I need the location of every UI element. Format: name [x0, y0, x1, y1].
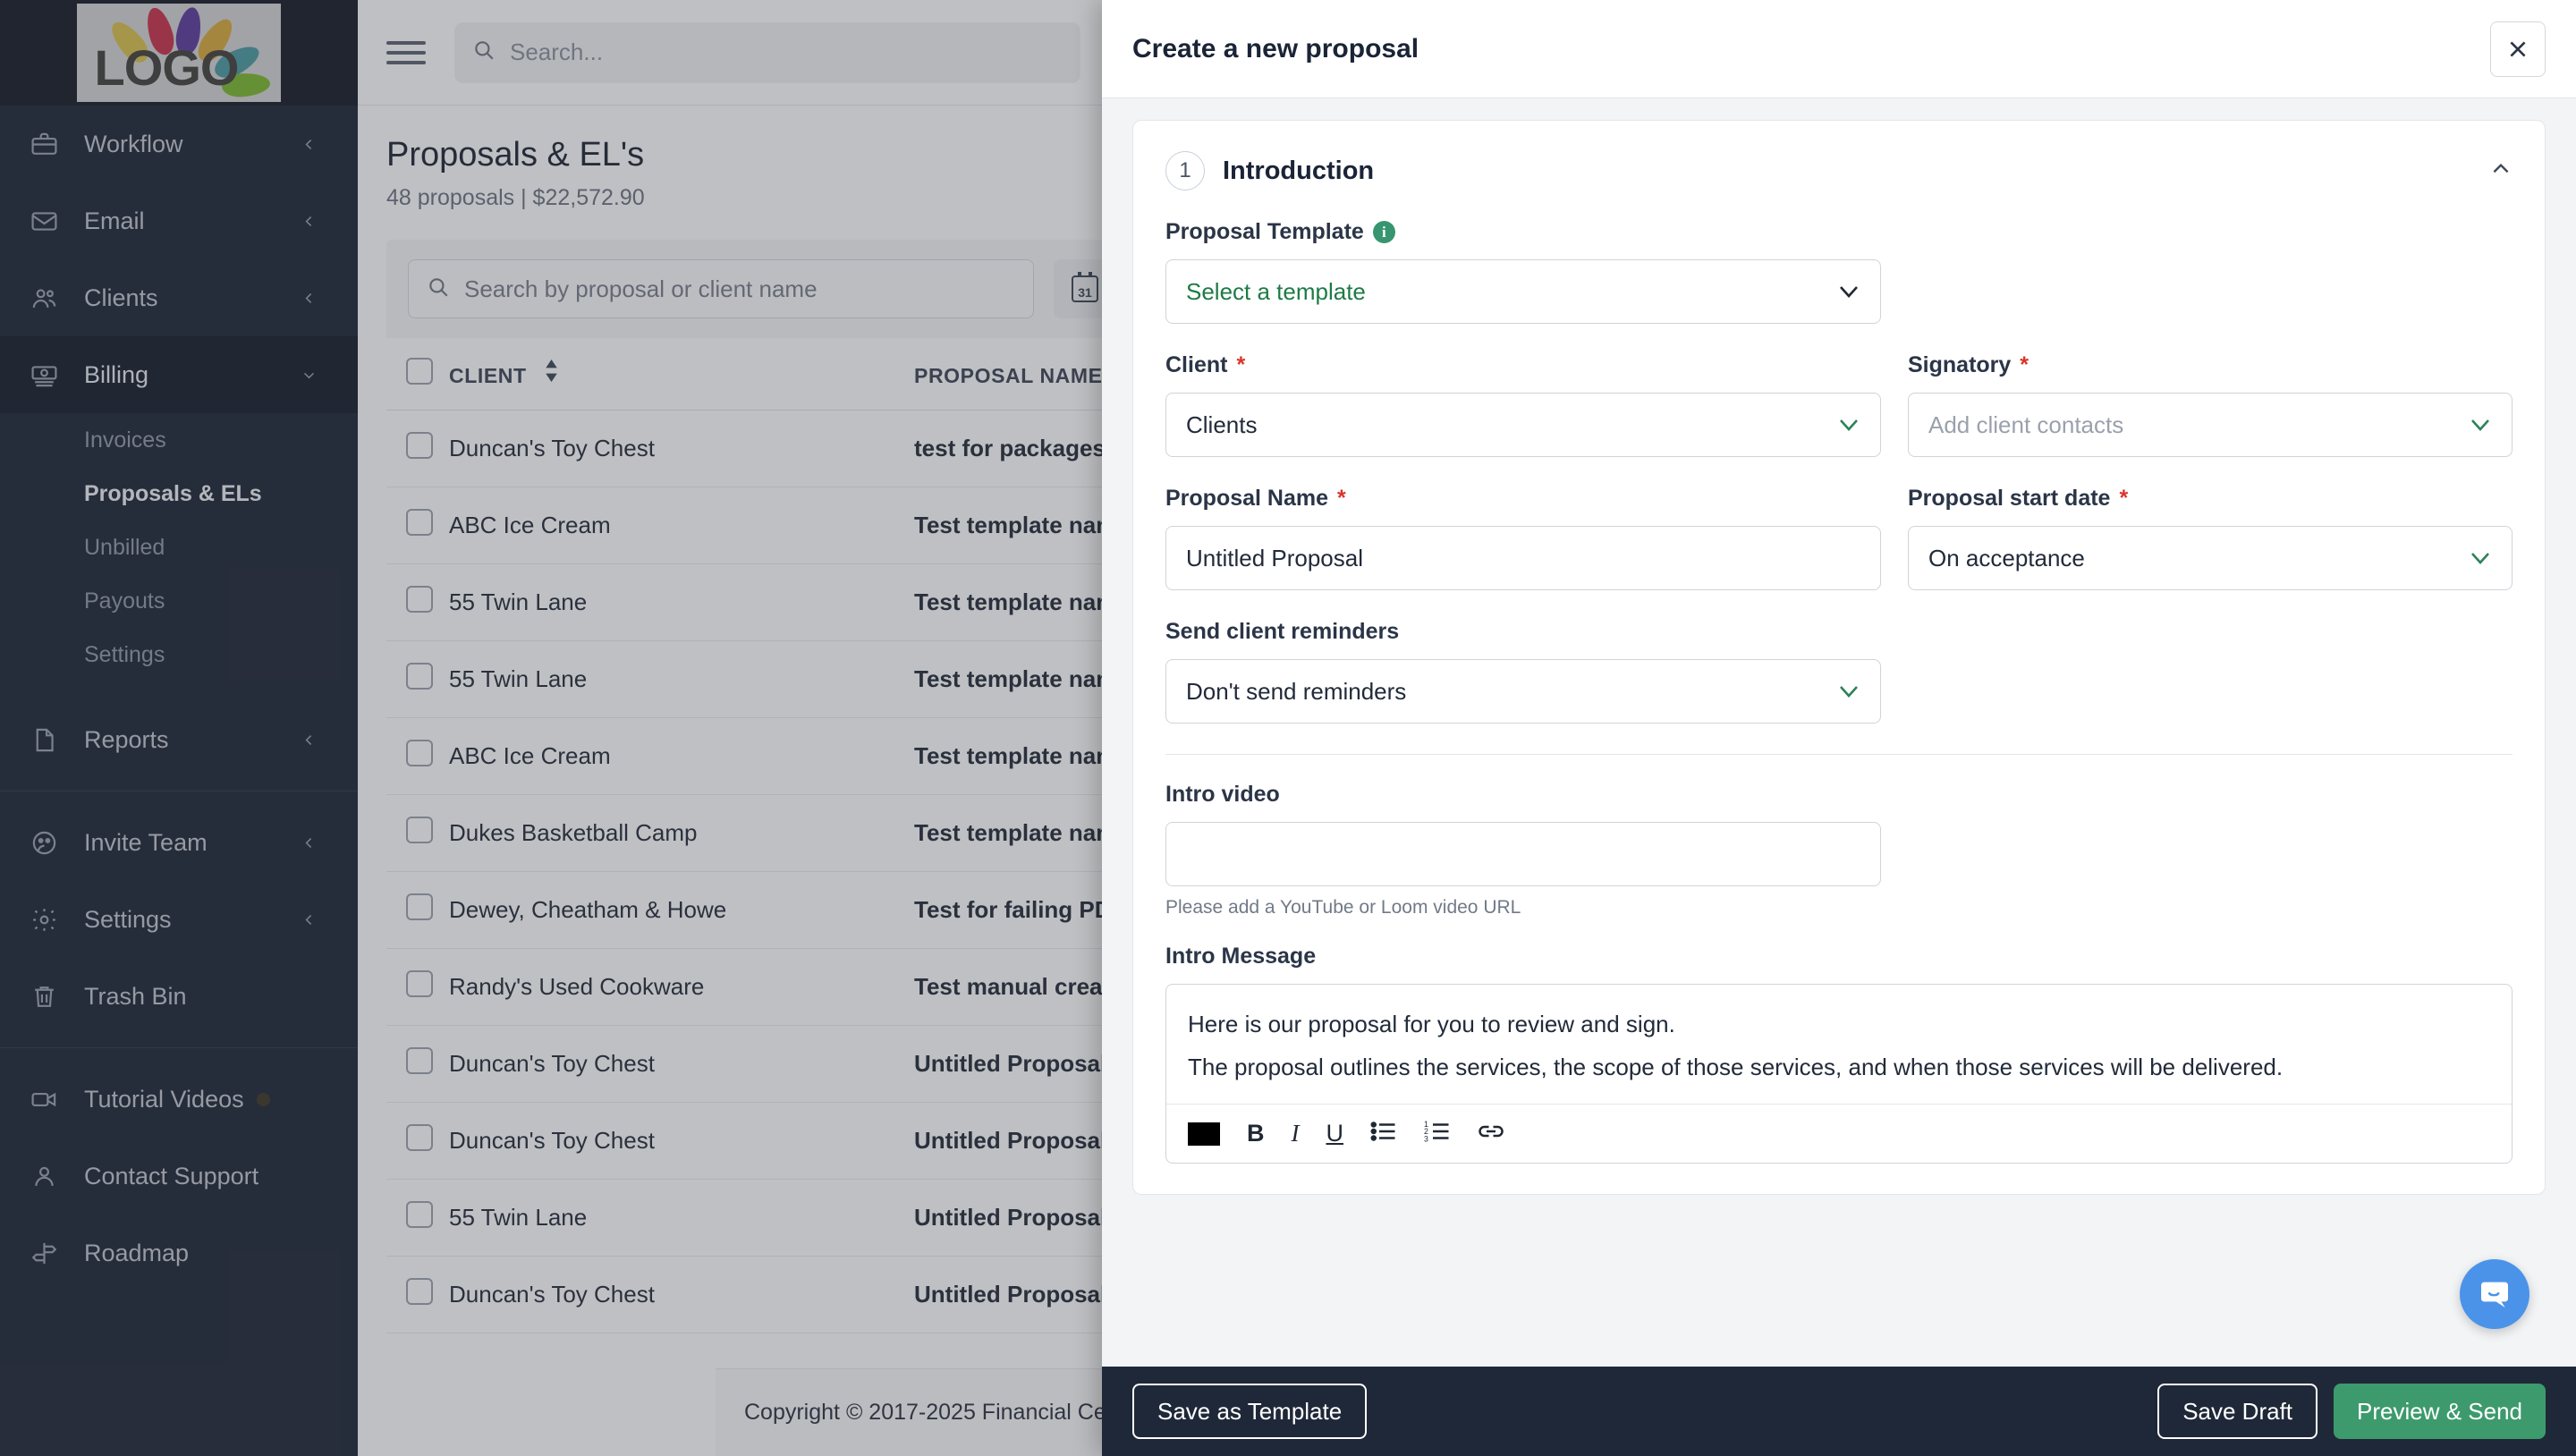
proposal-template-label-text: Proposal Template	[1165, 219, 1364, 244]
modal-footer-actions: Save Draft Preview & Send	[2157, 1384, 2546, 1439]
introduction-section-card: 1 Introduction Proposal Template i Selec…	[1132, 120, 2546, 1196]
proposal-template-select[interactable]: Select a template	[1165, 259, 1881, 324]
svg-text:3: 3	[1424, 1135, 1428, 1144]
modal-footer: Save as Template Save Draft Preview & Se…	[1102, 1367, 2576, 1456]
chevron-down-icon	[1837, 418, 1860, 432]
proposal-template-value: Select a template	[1186, 277, 1366, 305]
signatory-label: Signatory *	[1908, 352, 2512, 378]
proposal-template-label: Proposal Template i	[1165, 219, 2512, 245]
bold-button[interactable]: B	[1247, 1120, 1265, 1147]
required-marker: *	[1337, 486, 1346, 511]
proposal-name-label-text: Proposal Name	[1165, 486, 1329, 511]
link-icon[interactable]	[1478, 1120, 1504, 1147]
signatory-label-text: Signatory	[1908, 352, 2012, 377]
section-divider	[1165, 754, 2512, 755]
chevron-down-icon	[1837, 684, 1860, 698]
send-client-reminders-label: Send client reminders	[1165, 619, 2512, 645]
numbered-list-icon[interactable]: 123	[1424, 1120, 1451, 1147]
intro-message-editor[interactable]: Here is our proposal for you to review a…	[1165, 984, 2512, 1164]
required-marker: *	[2119, 486, 2129, 511]
client-select[interactable]: Clients	[1165, 393, 1881, 457]
intro-video-field-group: Intro video Please add a YouTube or Loom…	[1165, 782, 2512, 918]
proposal-template-field-group: Proposal Template i Select a template	[1165, 219, 2512, 324]
create-proposal-modal: Create a new proposal 1 Introduction Pro…	[1102, 0, 2576, 1456]
required-marker: *	[2020, 352, 2029, 377]
italic-button[interactable]: I	[1292, 1120, 1300, 1147]
name-date-row: Proposal Name * Untitled Proposal Proposa…	[1165, 486, 2512, 590]
send-client-reminders-value: Don't send reminders	[1186, 677, 1407, 705]
signatory-select[interactable]: Add client contacts	[1908, 393, 2512, 457]
proposal-start-date-field-group: Proposal start date * On acceptance	[1908, 486, 2512, 590]
intro-video-label-text: Intro video	[1165, 782, 1280, 807]
modal-body[interactable]: 1 Introduction Proposal Template i Selec…	[1102, 98, 2576, 1367]
proposal-start-date-value: On acceptance	[1928, 544, 2085, 571]
intro-message-label: Intro Message	[1165, 944, 2512, 969]
intro-message-field-group: Intro Message Here is our proposal for y…	[1165, 944, 2512, 1164]
client-value: Clients	[1186, 411, 1258, 438]
proposal-start-date-label: Proposal start date *	[1908, 486, 2512, 512]
send-client-reminders-select[interactable]: Don't send reminders	[1165, 659, 1881, 724]
client-field-group: Client * Clients	[1165, 352, 1881, 457]
proposal-start-date-label-text: Proposal start date	[1908, 486, 2111, 511]
client-label: Client *	[1165, 352, 1881, 378]
client-signatory-row: Client * Clients Signatory * Add client co…	[1165, 352, 2512, 457]
chat-launcher-button[interactable]	[2460, 1259, 2529, 1329]
modal-title: Create a new proposal	[1132, 33, 1419, 63]
signatory-placeholder: Add client contacts	[1928, 411, 2124, 438]
intro-message-paragraph: The proposal outlines the services, the …	[1188, 1053, 2284, 1080]
save-as-template-button[interactable]: Save as Template	[1132, 1384, 1368, 1439]
proposal-name-value: Untitled Proposal	[1186, 544, 1363, 571]
signatory-field-group: Signatory * Add client contacts	[1908, 352, 2512, 457]
required-marker: *	[1236, 352, 1246, 377]
intro-video-input[interactable]	[1165, 822, 1881, 886]
proposal-name-input[interactable]: Untitled Proposal	[1165, 526, 1881, 590]
proposal-name-field-group: Proposal Name * Untitled Proposal	[1165, 486, 1881, 590]
close-icon[interactable]	[2490, 21, 2546, 77]
chevron-up-icon[interactable]	[2489, 157, 2512, 185]
chevron-down-icon	[1837, 284, 1860, 299]
bulleted-list-icon[interactable]	[1370, 1120, 1397, 1147]
intro-video-label: Intro video	[1165, 782, 2512, 808]
info-icon[interactable]: i	[1372, 221, 1395, 243]
intro-video-hint: Please add a YouTube or Loom video URL	[1165, 897, 1521, 918]
underline-button[interactable]: U	[1326, 1120, 1344, 1147]
intro-message-toolbar: B I U 123	[1166, 1104, 2512, 1163]
section-title: Introduction	[1223, 156, 1375, 185]
client-label-text: Client	[1165, 352, 1228, 377]
send-client-reminders-field-group: Send client reminders Don't send reminde…	[1165, 619, 2512, 724]
chat-bubble-icon	[2481, 1282, 2508, 1308]
chevron-down-icon	[2469, 551, 2492, 565]
intro-message-label-text: Intro Message	[1165, 944, 1317, 969]
text-color-swatch-icon[interactable]	[1188, 1122, 1220, 1146]
chevron-down-icon	[2469, 418, 2492, 432]
proposal-start-date-select[interactable]: On acceptance	[1908, 526, 2512, 590]
send-client-reminders-label-text: Send client reminders	[1165, 619, 1400, 644]
introduction-section-header[interactable]: 1 Introduction	[1165, 151, 2512, 190]
save-draft-button[interactable]: Save Draft	[2157, 1384, 2318, 1439]
intro-message-content[interactable]: Here is our proposal for you to review a…	[1166, 985, 2512, 1104]
preview-and-send-button[interactable]: Preview & Send	[2334, 1384, 2546, 1439]
section-number-badge: 1	[1165, 151, 1205, 190]
modal-header: Create a new proposal	[1102, 0, 2576, 98]
intro-message-paragraph: Here is our proposal for you to review a…	[1188, 1011, 1675, 1037]
proposal-name-label: Proposal Name *	[1165, 486, 1881, 512]
logo-text: LOGO	[94, 39, 240, 96]
